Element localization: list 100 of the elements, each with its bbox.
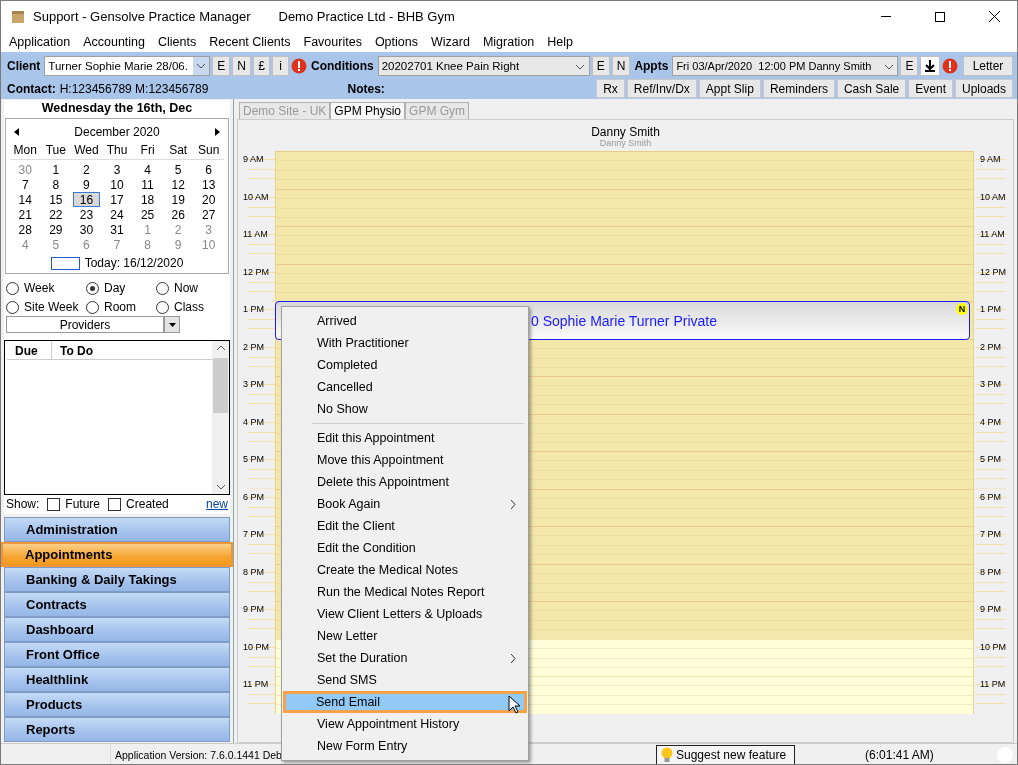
calendar-day[interactable]: 7 bbox=[103, 237, 131, 252]
condition-action-button[interactable]: N bbox=[611, 55, 631, 76]
client-action-button[interactable]: £ bbox=[253, 55, 271, 76]
client-dropdown[interactable]: Turner Sophie Marie 28/06. bbox=[44, 55, 211, 76]
calendar-day[interactable]: 13 bbox=[195, 177, 222, 192]
calendar-day[interactable]: 8 bbox=[134, 237, 161, 252]
calendar-day[interactable]: 18 bbox=[134, 192, 161, 207]
context-menu-item[interactable]: View Client Letters & Uploads bbox=[284, 603, 526, 625]
calendar-day[interactable]: 10 bbox=[103, 177, 131, 192]
menu-item[interactable]: Accounting bbox=[77, 35, 152, 49]
scroll-thumb[interactable] bbox=[213, 358, 228, 413]
calendar-day[interactable]: 31 bbox=[103, 222, 131, 237]
context-menu-item[interactable]: Run the Medical Notes Report bbox=[284, 581, 526, 603]
context-menu-item[interactable]: Delete this Appointment bbox=[284, 471, 526, 493]
calendar-day[interactable]: 10 bbox=[195, 237, 222, 252]
show-option[interactable]: Future bbox=[47, 497, 101, 511]
radio-button[interactable] bbox=[86, 281, 99, 295]
suggest-feature-button[interactable]: Suggest new feature bbox=[656, 744, 796, 764]
calendar-day[interactable]: 19 bbox=[164, 192, 192, 207]
calendar-day[interactable]: 30 bbox=[73, 222, 100, 237]
nav-section-button[interactable]: Contracts bbox=[4, 592, 230, 617]
calendar-day[interactable]: 5 bbox=[42, 237, 70, 252]
radio-button[interactable] bbox=[6, 281, 19, 295]
calendar-day[interactable]: 24 bbox=[103, 207, 131, 222]
context-menu-item[interactable]: Completed bbox=[284, 354, 526, 376]
previous-month-icon[interactable] bbox=[14, 128, 19, 136]
dropdown-button[interactable] bbox=[164, 316, 180, 333]
calendar-day[interactable]: 22 bbox=[42, 207, 70, 222]
calendar-day[interactable]: 26 bbox=[164, 207, 192, 222]
menu-item[interactable]: Migration bbox=[476, 35, 542, 49]
context-menu-item[interactable]: Edit the Condition bbox=[284, 537, 526, 559]
calendar-day[interactable]: 1 bbox=[42, 162, 70, 177]
calendar-day[interactable]: 28 bbox=[12, 222, 39, 237]
conditions-dropdown[interactable]: 20202701 Knee Pain Right bbox=[377, 55, 590, 76]
nav-section-button[interactable]: Administration bbox=[4, 517, 230, 542]
providers-dropdown[interactable]: Providers bbox=[6, 316, 164, 333]
calendar-day[interactable]: 2 bbox=[73, 162, 100, 177]
download-button[interactable] bbox=[920, 55, 941, 76]
client-action-button[interactable]: E bbox=[212, 55, 231, 76]
calendar-day[interactable]: 9 bbox=[73, 177, 100, 192]
toolbar-button[interactable]: Rx bbox=[596, 79, 625, 98]
context-menu-item[interactable]: Book Again bbox=[284, 493, 526, 515]
calendar-day[interactable]: 7 bbox=[12, 177, 39, 192]
context-menu-item[interactable]: No Show bbox=[284, 398, 526, 420]
calendar-day[interactable]: 21 bbox=[12, 207, 39, 222]
appointment-dropdown[interactable]: Fri 03/Apr/2020 12:00 PM Danny Smith bbox=[672, 55, 899, 76]
radio-button[interactable] bbox=[6, 300, 19, 314]
calendar-day[interactable]: 16 bbox=[73, 192, 100, 207]
view-option[interactable]: Site Week bbox=[6, 300, 86, 314]
calendar-day[interactable]: 15 bbox=[42, 192, 70, 207]
nav-section-button[interactable]: Dashboard bbox=[4, 617, 230, 642]
view-option[interactable]: Room bbox=[86, 300, 156, 314]
calendar-day[interactable]: 3 bbox=[103, 162, 131, 177]
checkbox[interactable] bbox=[108, 497, 122, 511]
radio-button[interactable] bbox=[156, 281, 169, 295]
calendar-day[interactable]: 12 bbox=[164, 177, 192, 192]
calendar-day[interactable]: 3 bbox=[195, 222, 222, 237]
calendar-day[interactable]: 6 bbox=[195, 162, 222, 177]
toolbar-button[interactable]: Appt Slip bbox=[698, 79, 761, 98]
condition-action-button[interactable]: E bbox=[591, 55, 610, 76]
calendar-day[interactable]: 25 bbox=[134, 207, 161, 222]
menu-item[interactable]: Options bbox=[368, 35, 425, 49]
client-action-button[interactable]: i bbox=[272, 55, 290, 76]
calendar-day[interactable]: 17 bbox=[103, 192, 131, 207]
nav-section-button[interactable]: Products bbox=[4, 692, 230, 717]
context-menu-item[interactable]: New Letter bbox=[284, 625, 526, 647]
menu-item[interactable]: Favourites bbox=[297, 35, 369, 49]
radio-button[interactable] bbox=[156, 300, 169, 314]
client-action-button[interactable]: N bbox=[232, 55, 252, 76]
context-menu-item[interactable]: Create the Medical Notes bbox=[284, 559, 526, 581]
calendar-day[interactable]: 29 bbox=[42, 222, 70, 237]
scroll-down-icon[interactable] bbox=[216, 485, 225, 490]
context-menu-item[interactable]: Send SMS bbox=[284, 669, 526, 691]
toolbar-button[interactable]: Ref/Inv/Dx bbox=[626, 79, 697, 98]
calendar-day[interactable]: 23 bbox=[73, 207, 100, 222]
calendar-day[interactable]: 20 bbox=[195, 192, 222, 207]
calendar-day[interactable]: 11 bbox=[134, 177, 161, 192]
menu-item[interactable]: Help bbox=[541, 35, 581, 49]
toolbar-button[interactable]: Cash Sale bbox=[836, 79, 907, 98]
toolbar-button[interactable]: Uploads bbox=[954, 79, 1013, 98]
today-label[interactable]: Today: 16/12/2020 bbox=[84, 256, 184, 270]
calendar-day[interactable]: 14 bbox=[12, 192, 39, 207]
calendar-day[interactable]: 4 bbox=[12, 237, 39, 252]
toolbar-button[interactable]: Reminders bbox=[762, 79, 835, 98]
calendar-day[interactable]: 1 bbox=[134, 222, 161, 237]
nav-section-button[interactable]: Front Office bbox=[4, 642, 230, 667]
context-menu-item[interactable]: Arrived bbox=[284, 310, 526, 332]
menu-item[interactable]: Recent Clients bbox=[203, 35, 298, 49]
scroll-up-icon[interactable] bbox=[216, 345, 225, 350]
calendar-day[interactable]: 5 bbox=[164, 162, 192, 177]
view-option[interactable]: Now bbox=[156, 281, 226, 295]
calendar-day[interactable]: 27 bbox=[195, 207, 222, 222]
view-option[interactable]: Class bbox=[156, 300, 226, 314]
show-option[interactable]: Created bbox=[108, 497, 169, 511]
view-option[interactable]: Week bbox=[6, 281, 86, 295]
view-option[interactable]: Day bbox=[86, 281, 156, 295]
context-menu-item[interactable]: Move this Appointment bbox=[284, 449, 526, 471]
nav-section-button[interactable]: Banking & Daily Takings bbox=[4, 567, 230, 592]
nav-section-button[interactable]: Appointments bbox=[1, 542, 233, 567]
checkbox[interactable] bbox=[47, 497, 61, 511]
